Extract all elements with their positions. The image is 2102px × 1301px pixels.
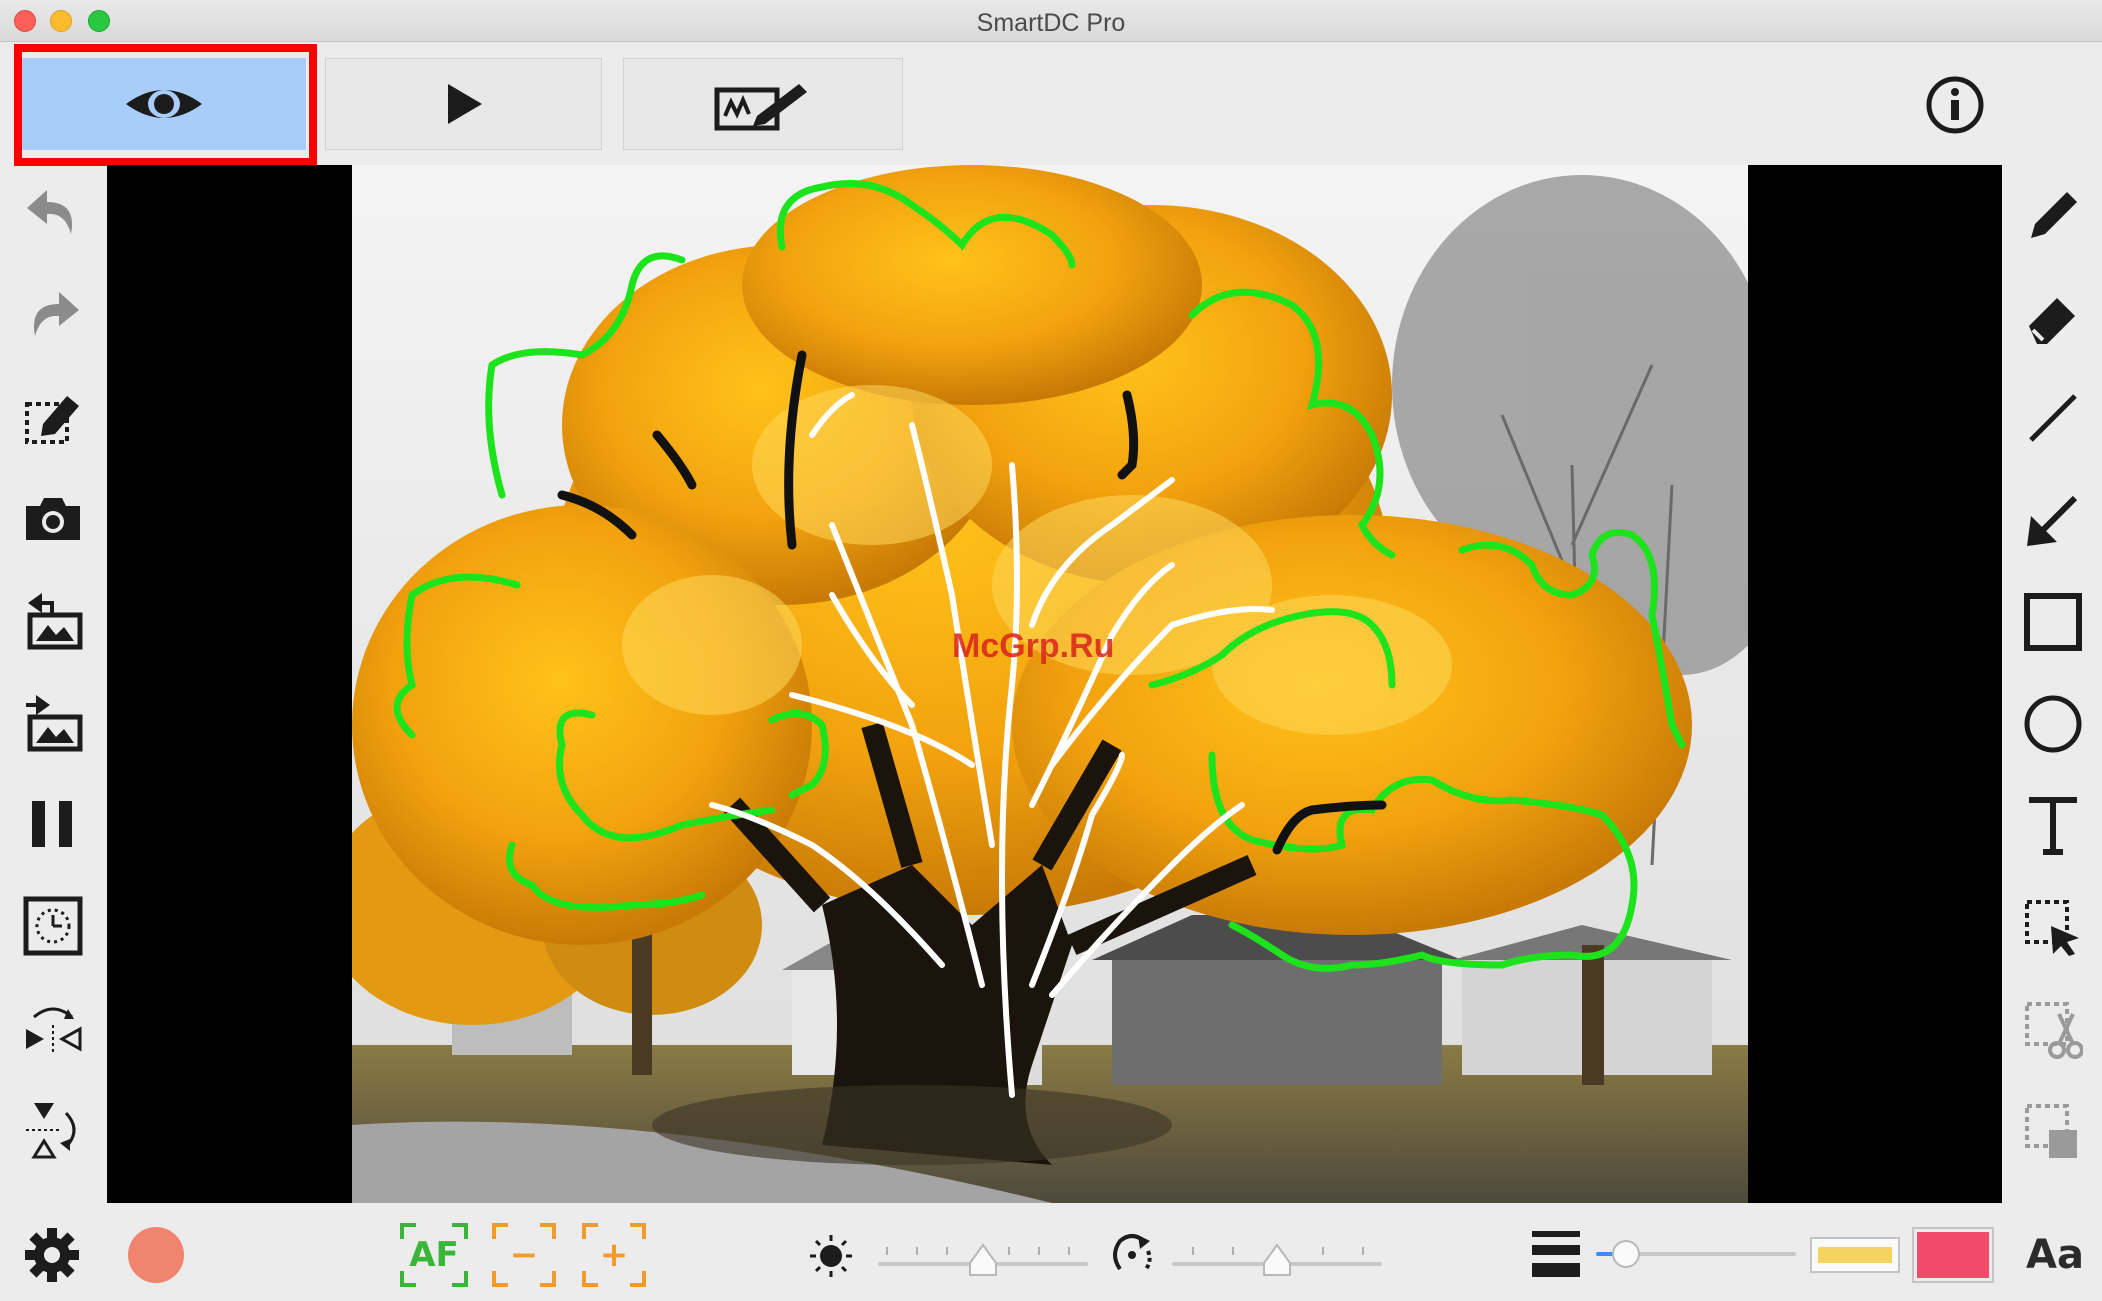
rotate-icon: [1113, 1234, 1152, 1271]
line-width-control: [1530, 1229, 1582, 1279]
line-width-slider[interactable]: [1596, 1231, 1796, 1277]
select-tool-button[interactable]: [2020, 895, 2086, 961]
watermark-text: McGrp.Ru: [952, 627, 1114, 665]
rotate-control: [1108, 1231, 1156, 1279]
undo-icon: [27, 190, 72, 234]
rectangle-icon: [2024, 593, 2082, 651]
font-button[interactable]: Aa: [2020, 1229, 2090, 1281]
eraser-icon: [2029, 298, 2075, 344]
zoom-frame-icon: [492, 1223, 556, 1287]
rotate-slider-thumb[interactable]: [1262, 1243, 1292, 1277]
pen-color-swatch[interactable]: [1912, 1227, 1994, 1283]
circle-tool-button[interactable]: [2020, 691, 2086, 757]
text-tool-button[interactable]: [2020, 793, 2086, 859]
eye-icon: [126, 90, 202, 118]
left-toolbar: [0, 165, 105, 1205]
redo-icon: [34, 292, 79, 336]
eraser-tool-button[interactable]: [2020, 283, 2086, 349]
circle-icon: [2024, 695, 2082, 753]
bottom-toolbar: AF − + Aa: [0, 1205, 2102, 1301]
annotate-board-icon: [714, 84, 807, 131]
autofocus-frame-icon: [400, 1223, 468, 1287]
pause-icon: [32, 801, 72, 847]
cut-icon: [2025, 1002, 2083, 1059]
rotate-slider[interactable]: [1172, 1231, 1382, 1277]
pause-button[interactable]: [20, 791, 86, 857]
gear-icon: [25, 1228, 79, 1282]
info-button[interactable]: [1925, 75, 1985, 135]
flip-vertical-icon: [26, 1103, 76, 1159]
brightness-slider[interactable]: [878, 1231, 1088, 1277]
copy-icon: [2025, 1104, 2077, 1158]
camera-icon: [26, 498, 80, 540]
zoom-frame-icon: [582, 1223, 646, 1287]
live-image: McGrp.Ru: [352, 165, 1748, 1203]
line-icon: [2029, 394, 2077, 442]
arrow-icon: [2027, 495, 2078, 546]
app-window: SmartDC Pro McGrp.Ru AF − + Aa: [0, 0, 2102, 1301]
arrow-tool-button[interactable]: [2020, 487, 2086, 553]
line-tool-button[interactable]: [2020, 385, 2086, 451]
zoom-out-button[interactable]: −: [492, 1223, 556, 1287]
tab-preview[interactable]: [22, 58, 306, 150]
line-width-icon: [1532, 1231, 1580, 1277]
settings-button[interactable]: [20, 1223, 84, 1287]
tree-photo-image: McGrp.Ru: [352, 165, 1748, 1203]
clear-annotations-icon: [25, 396, 79, 444]
flip-horizontal-button[interactable]: [20, 995, 86, 1061]
export-image-button[interactable]: [20, 689, 86, 755]
sun-icon: [810, 1235, 852, 1277]
timer-icon: [23, 896, 83, 956]
camera-button[interactable]: [20, 485, 86, 551]
select-icon: [2025, 900, 2079, 956]
pen-color-fill: [1917, 1232, 1989, 1278]
text-icon: [2029, 797, 2077, 855]
tab-annotate[interactable]: [623, 58, 903, 150]
rectangle-tool-button[interactable]: [2020, 589, 2086, 655]
flip-horizontal-icon: [26, 1007, 82, 1055]
flip-vertical-button[interactable]: [20, 1097, 86, 1163]
window-title: SmartDC Pro: [976, 9, 1126, 37]
redo-button[interactable]: [20, 281, 86, 347]
right-toolbar: [2000, 165, 2102, 1205]
tab-play[interactable]: [325, 58, 602, 150]
export-image-icon: [26, 695, 83, 752]
info-icon: [1926, 76, 1984, 134]
clear-annotations-button[interactable]: [20, 383, 86, 449]
image-viewer[interactable]: McGrp.Ru: [107, 165, 2002, 1203]
brightness-slider-thumb[interactable]: [968, 1243, 998, 1277]
pen-icon: [2031, 192, 2077, 238]
title-bar: SmartDC Pro: [0, 0, 2102, 42]
undo-button[interactable]: [20, 179, 86, 245]
record-button[interactable]: [128, 1227, 184, 1283]
highlight-color-swatch[interactable]: [1810, 1237, 1900, 1273]
copy-tool-button[interactable]: [2020, 1099, 2086, 1165]
import-image-icon: [27, 593, 83, 650]
brightness-control: [808, 1233, 854, 1279]
timer-button[interactable]: [20, 893, 86, 959]
autofocus-button[interactable]: AF: [400, 1223, 468, 1287]
highlight-color-fill: [1818, 1247, 1892, 1263]
play-icon: [447, 84, 482, 124]
pen-tool-button[interactable]: [2020, 181, 2086, 247]
line-width-slider-thumb[interactable]: [1612, 1240, 1640, 1268]
import-image-button[interactable]: [20, 587, 86, 653]
cut-tool-button[interactable]: [2020, 997, 2086, 1063]
zoom-in-button[interactable]: +: [582, 1223, 646, 1287]
